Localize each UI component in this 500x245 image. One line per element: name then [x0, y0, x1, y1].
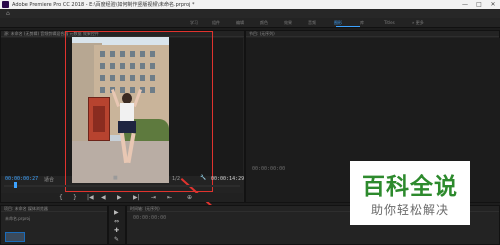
wrench-icon[interactable]: 🔧	[200, 175, 206, 181]
workspace-tab-titles[interactable]: Titles	[384, 20, 395, 25]
workspace-tab-more[interactable]: » 更多	[412, 20, 424, 26]
watermark-logo: 百科全说 助你轻松解决	[350, 161, 470, 225]
track-select-tool-icon[interactable]: ⇔	[114, 218, 119, 225]
close-button[interactable]: ✕	[486, 0, 500, 9]
resolution-select[interactable]: 1/2	[172, 176, 180, 182]
project-panel: 项目: 未命名 媒体浏览器 未命名.prproj	[0, 205, 108, 245]
workspace-tab-audio[interactable]: 音频	[308, 20, 316, 26]
premiere-logo-icon	[2, 1, 9, 8]
overwrite-button[interactable]: ⇤	[167, 194, 172, 201]
annotation-highlight-box	[65, 31, 213, 192]
pen-tool-icon[interactable]: ✎	[114, 236, 119, 243]
program-monitor-header[interactable]: 节目: (无序列)	[246, 31, 499, 37]
workspace-tab-learn[interactable]: 学习	[190, 20, 198, 26]
project-panel-header[interactable]: 项目: 未命名 媒体浏览器	[1, 206, 107, 212]
workspace-tab-effects[interactable]: 效果	[284, 20, 292, 26]
workspace-tab-editing[interactable]: 编辑	[236, 20, 244, 26]
title-bar: Adobe Premiere Pro CC 2018 - E:\百度经验\如何制…	[0, 0, 500, 9]
export-frame-button[interactable]: ⊕	[187, 194, 192, 201]
insert-button[interactable]: ⇥	[151, 194, 156, 201]
fit-zoom-select[interactable]: 适合	[44, 176, 54, 183]
workspace-bar: 学习 组件 编辑 颜色 效果 音频 图形 库 Titles » 更多	[0, 18, 500, 28]
step-back-button[interactable]: ◀	[101, 194, 106, 201]
window-title: Adobe Premiere Pro CC 2018 - E:\百度经验\如何制…	[12, 2, 195, 8]
source-playhead[interactable]	[14, 182, 17, 188]
program-timecode: 00:00:00:00	[252, 166, 286, 172]
watermark-subtitle: 助你轻松解决	[370, 203, 449, 217]
mark-out-button[interactable]: }	[73, 194, 77, 201]
selection-tool-icon[interactable]: ▶	[114, 209, 119, 216]
source-settings-icon[interactable]: ■	[113, 175, 118, 181]
media-thumbnail[interactable]	[5, 232, 25, 242]
home-icon[interactable]: ⌂	[6, 10, 10, 17]
ripple-edit-tool-icon[interactable]: ✚	[114, 227, 119, 234]
timeline-timecode: 00:00:00:00	[133, 215, 167, 221]
mark-in-button[interactable]: {	[59, 194, 63, 201]
menu-bar: ⌂	[0, 9, 500, 18]
source-timecode-current[interactable]: 00:00:00:27	[5, 176, 38, 182]
minimize-button[interactable]: —	[458, 0, 472, 9]
watermark-title: 百科全说	[362, 174, 458, 200]
play-button[interactable]: ▶	[117, 194, 122, 201]
workspace-tab-assembly[interactable]: 组件	[212, 20, 220, 26]
workspace-tab-libraries[interactable]: 库	[360, 20, 364, 26]
workspace-tab-color[interactable]: 颜色	[260, 20, 268, 26]
active-tab-indicator	[336, 26, 360, 27]
project-file-item[interactable]: 未命名.prproj	[5, 216, 30, 222]
source-scrub-bar[interactable]	[4, 185, 240, 187]
go-to-in-button[interactable]: |◀	[87, 194, 94, 201]
tools-panel: ▶ ⇔ ✚ ✎	[108, 205, 126, 245]
transport-bar: { } |◀ ◀ ▶ ▶| ⇥ ⇤ ⊕	[1, 193, 243, 202]
source-duration: 00:00:14:29	[211, 176, 245, 182]
maximize-button[interactable]: □	[472, 0, 486, 9]
step-forward-button[interactable]: ▶|	[133, 194, 140, 201]
